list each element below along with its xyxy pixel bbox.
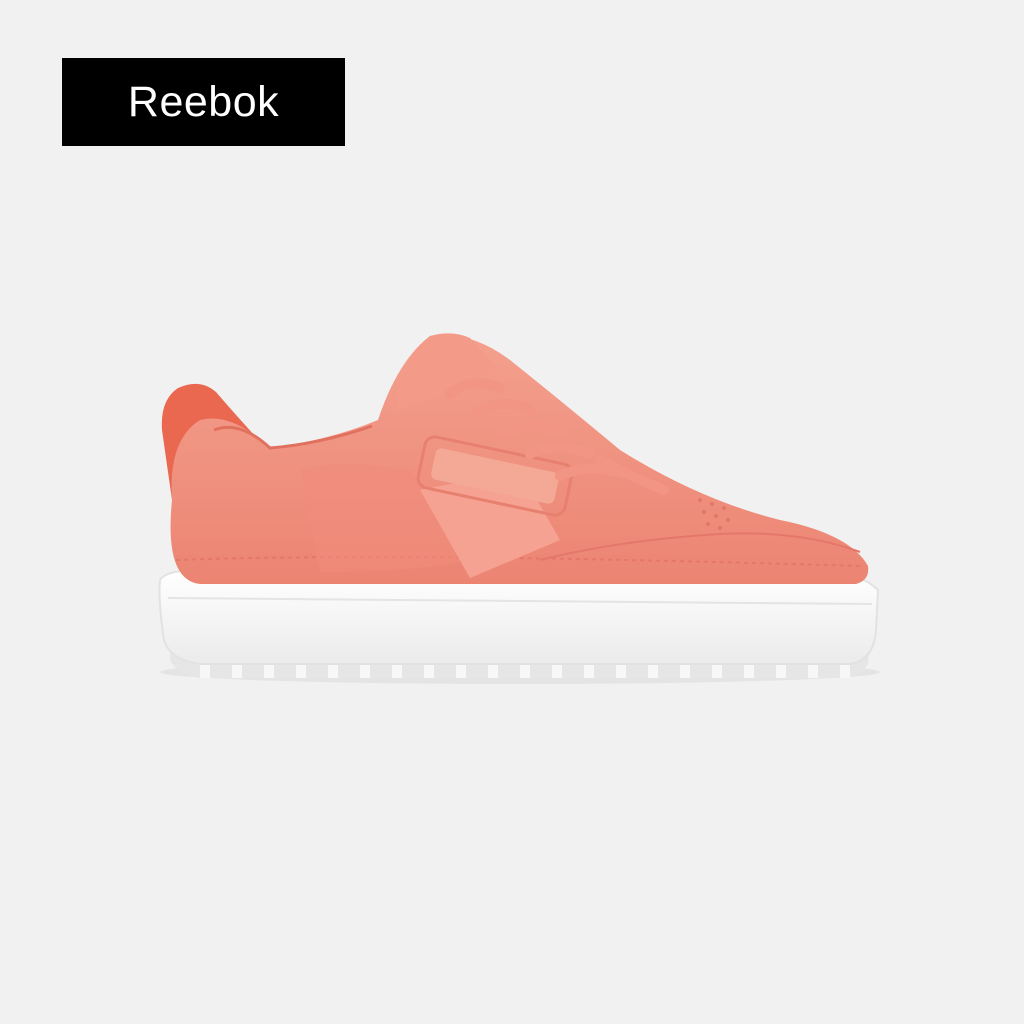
sneaker-icon (158, 333, 880, 684)
